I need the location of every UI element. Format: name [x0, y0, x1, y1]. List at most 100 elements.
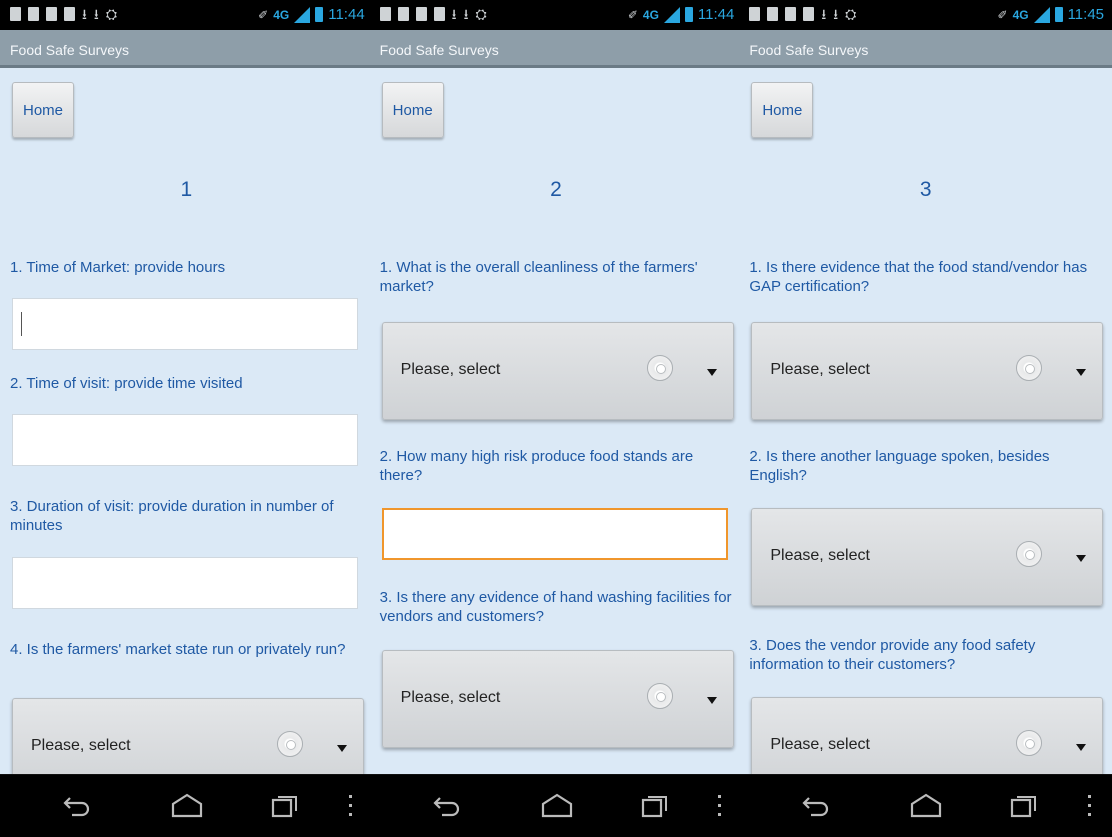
- signal-icon: [663, 6, 680, 23]
- image-icon: [749, 7, 761, 21]
- app-bar: Food Safe Surveys: [739, 30, 1112, 68]
- clock: 11:45: [1067, 6, 1105, 23]
- back-icon[interactable]: [62, 795, 92, 817]
- recent-apps-icon[interactable]: [270, 793, 300, 819]
- app-bar: Food Safe Surveys: [369, 30, 743, 68]
- app-title: Food Safe Surveys: [10, 42, 130, 58]
- page-number: 3: [919, 178, 932, 201]
- phone-screen-1: ⭳ ⭳ ⛭ ✐ 4G 11:44 Food Safe Surveys Home …: [0, 0, 373, 837]
- overflow-menu-icon[interactable]: [718, 795, 722, 819]
- usb-debug-icon: ⛭: [845, 6, 857, 22]
- download-icon: ⭳: [93, 6, 99, 22]
- radio-icon: [277, 731, 303, 757]
- cleanliness-select[interactable]: Please, select: [381, 322, 734, 420]
- vibrate-icon: ✐: [258, 7, 269, 22]
- dropdown-arrow-icon: [706, 697, 717, 704]
- question-label: 3. Duration of visit: provide duration i…: [10, 498, 334, 534]
- battery-icon: [315, 7, 324, 22]
- recent-apps-icon[interactable]: [1009, 793, 1039, 819]
- navigation-bar: [739, 774, 1112, 837]
- vibrate-icon: ✐: [627, 7, 638, 22]
- question-label: 1. What is the overall cleanliness of th…: [379, 259, 698, 295]
- app-title: Food Safe Surveys: [749, 42, 869, 58]
- back-icon[interactable]: [432, 795, 462, 817]
- question-label: 2. How many high risk produce food stand…: [379, 448, 694, 484]
- usb-icon: [803, 7, 815, 21]
- download-icon: ⭳: [821, 6, 827, 22]
- dropdown-arrow-icon: [1076, 369, 1087, 376]
- back-icon[interactable]: [801, 795, 831, 817]
- home-button[interactable]: Home: [381, 82, 444, 138]
- question-label: 2. Time of visit: provide time visited: [10, 375, 243, 392]
- download-icon: ⭳: [451, 6, 457, 22]
- text-caret: [21, 312, 22, 336]
- network-type: 4G: [273, 7, 290, 22]
- usb-debug-icon: ⛭: [475, 6, 487, 22]
- phone-screen-2: ⭳ ⭳ ⛭ ✐ 4G 11:44 Food Safe Surveys Home …: [369, 0, 743, 837]
- dropdown-arrow-icon: [1076, 555, 1087, 562]
- question-label: 2. Is there another language spoken, bes…: [749, 448, 1050, 484]
- dropdown-arrow-icon: [706, 369, 717, 376]
- other-language-select[interactable]: Please, select: [751, 508, 1104, 606]
- home-icon[interactable]: [170, 792, 204, 818]
- usb-icon: [64, 7, 75, 21]
- question-label: 3. Does the vendor provide any food safe…: [749, 637, 1036, 673]
- navigation-bar: [369, 774, 743, 837]
- screens-row: ⭳ ⭳ ⛭ ✐ 4G 11:44 Food Safe Surveys Home …: [0, 0, 1112, 837]
- gap-certification-select[interactable]: Please, select: [751, 322, 1104, 420]
- usb-icon: [433, 7, 445, 21]
- overflow-menu-icon[interactable]: [1088, 795, 1092, 819]
- dropdown-arrow-icon: [337, 745, 347, 752]
- home-button[interactable]: Home: [12, 82, 74, 138]
- select-placeholder: Please, select: [400, 361, 501, 378]
- image-icon: [379, 7, 391, 21]
- question-label: 4. Is the farmers' market state run or p…: [10, 641, 346, 658]
- navigation-bar: [0, 774, 373, 837]
- status-bar: ⭳ ⭳ ⛭ ✐ 4G 11:45: [739, 0, 1112, 30]
- question-label: 1. Time of Market: provide hours: [10, 259, 226, 276]
- overflow-menu-icon[interactable]: [348, 795, 353, 819]
- high-risk-stands-input[interactable]: [381, 508, 728, 560]
- network-type: 4G: [1012, 7, 1029, 22]
- page-number: 1: [180, 178, 193, 201]
- select-placeholder: Please, select: [31, 737, 131, 754]
- phone-screen-3: ⭳ ⭳ ⛭ ✐ 4G 11:45 Food Safe Surveys Home …: [739, 0, 1112, 837]
- question-label: 3. Is there any evidence of hand washing…: [379, 589, 732, 625]
- page-number: 2: [550, 178, 562, 201]
- signal-icon: [1033, 6, 1050, 23]
- recent-apps-icon[interactable]: [640, 793, 670, 819]
- keyboard-icon: [397, 7, 409, 21]
- select-placeholder: Please, select: [400, 689, 501, 706]
- battery-icon: [1054, 7, 1063, 22]
- app-bar: Food Safe Surveys: [0, 30, 373, 68]
- status-bar: ⭳ ⭳ ⛭ ✐ 4G 11:44: [0, 0, 373, 30]
- usb-debug-icon: ⛭: [105, 6, 118, 22]
- download-icon: ⭳: [82, 6, 87, 22]
- keyboard-icon: [767, 7, 779, 21]
- clock: 11:44: [697, 6, 735, 23]
- signal-icon: [294, 6, 311, 23]
- keyboard-icon: [28, 7, 39, 21]
- lock-icon: [415, 7, 427, 21]
- radio-icon: [1016, 730, 1043, 756]
- home-button[interactable]: Home: [751, 82, 814, 138]
- download-icon: ⭳: [833, 6, 839, 22]
- select-placeholder: Please, select: [770, 547, 870, 564]
- vibrate-icon: ✐: [997, 7, 1008, 22]
- network-type: 4G: [642, 7, 659, 22]
- visit-duration-input[interactable]: [12, 557, 358, 609]
- download-icon: ⭳: [463, 6, 469, 22]
- hand-washing-select[interactable]: Please, select: [381, 650, 734, 748]
- app-title: Food Safe Surveys: [379, 42, 499, 58]
- image-icon: [10, 7, 21, 21]
- home-icon[interactable]: [909, 792, 943, 818]
- market-hours-input[interactable]: [12, 298, 358, 350]
- radio-icon: [646, 355, 673, 381]
- visit-time-input[interactable]: [12, 414, 358, 466]
- question-label: 1. Is there evidence that the food stand…: [749, 259, 1088, 295]
- clock: 11:44: [328, 6, 365, 23]
- battery-icon: [684, 7, 693, 22]
- lock-icon: [46, 7, 57, 21]
- home-icon[interactable]: [540, 792, 574, 818]
- radio-icon: [646, 683, 673, 709]
